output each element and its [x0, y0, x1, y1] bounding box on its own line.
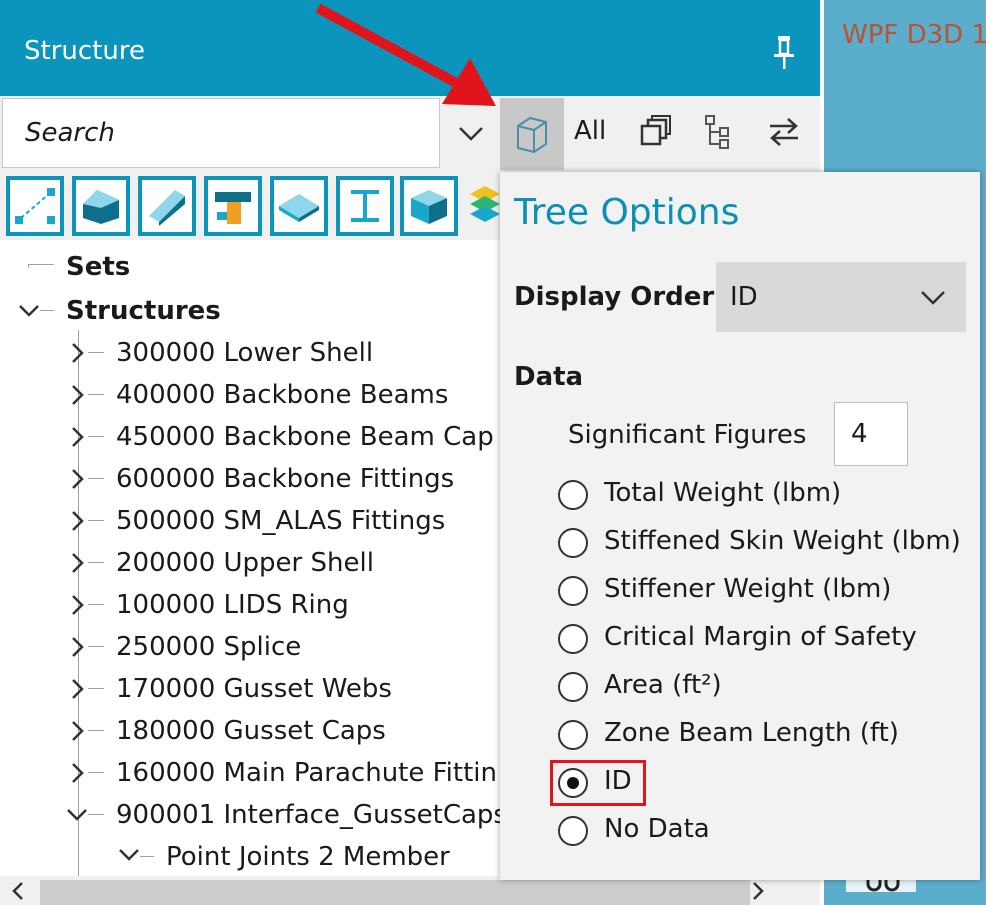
panel-title: Structure: [24, 36, 145, 66]
sig-figs-input[interactable]: [835, 403, 907, 465]
chevron-down-icon[interactable]: [18, 300, 40, 322]
chevron-down-icon: [921, 291, 945, 305]
annotation-highlight-box: [550, 760, 646, 806]
chevron-down-icon[interactable]: [118, 844, 140, 866]
viewport-title: WPF D3D 1: [842, 20, 986, 50]
radio-label: Stiffener Weight (lbm): [604, 574, 892, 604]
structure-tree: Sets Structures 300000 Lower Shell 400000…: [0, 240, 500, 876]
radio-button[interactable]: [558, 720, 588, 750]
tree-node-item[interactable]: 400000 Backbone Beams: [0, 374, 500, 416]
swap-icon[interactable]: [764, 112, 804, 152]
data-option-radio[interactable]: Critical Margin of Safety: [556, 618, 976, 662]
hierarchy-icon[interactable]: [700, 112, 740, 152]
radio-button[interactable]: [558, 624, 588, 654]
tree-node-item[interactable]: 900001 Interface_GussetCaps: [0, 794, 500, 836]
radio-button[interactable]: [558, 480, 588, 510]
radio-button[interactable]: [558, 528, 588, 558]
data-option-radio[interactable]: Zone Beam Length (ft): [556, 714, 976, 758]
data-option-radio[interactable]: Total Weight (lbm): [556, 474, 976, 518]
radio-button[interactable]: [558, 672, 588, 702]
filter-solid-button[interactable]: [400, 176, 458, 236]
chevron-right-icon[interactable]: [66, 678, 88, 700]
radio-label: Total Weight (lbm): [604, 478, 842, 508]
data-section-label: Data: [514, 362, 584, 392]
tree-node-item[interactable]: 250000 Splice: [0, 626, 500, 668]
all-button[interactable]: All: [574, 116, 606, 146]
tree-node-item[interactable]: 500000 SM_ALAS Fittings: [0, 500, 500, 542]
horizontal-scrollbar[interactable]: [0, 876, 820, 905]
filter-fitting-button[interactable]: [204, 176, 262, 236]
fitting-icon: [215, 192, 251, 224]
copy-icon[interactable]: [636, 112, 676, 152]
skin-icon: [83, 190, 119, 224]
radio-label: Zone Beam Length (ft): [604, 718, 899, 748]
layers-icon[interactable]: [468, 184, 502, 228]
filter-plate-button[interactable]: [270, 176, 328, 236]
scrollbar-thumb[interactable]: [40, 880, 750, 905]
display-order-select[interactable]: ID: [716, 262, 966, 332]
tree-node-item[interactable]: 170000 Gusset Webs: [0, 668, 500, 710]
nodes-icon: [15, 188, 55, 224]
scroll-right-icon[interactable]: [748, 880, 768, 902]
chevron-down-icon: [459, 127, 483, 141]
annotation-arrow-icon: [315, 3, 496, 106]
chevron-right-icon[interactable]: [66, 594, 88, 616]
radio-label: No Data: [604, 814, 710, 844]
filter-stiffener-button[interactable]: [138, 176, 196, 236]
tree-node-item[interactable]: 200000 Upper Shell: [0, 542, 500, 584]
chevron-right-icon[interactable]: [66, 636, 88, 658]
solid-icon: [411, 190, 447, 224]
filter-nodes-button[interactable]: [6, 176, 64, 236]
stiffener-icon: [149, 190, 185, 226]
tree-node-item[interactable]: 180000 Gusset Caps: [0, 710, 500, 752]
tree-node-child[interactable]: Point Joints 2 Member: [0, 836, 500, 876]
sig-figs-box[interactable]: [834, 402, 908, 466]
radio-label: Stiffened Skin Weight (lbm): [604, 526, 961, 556]
tree-node-item[interactable]: 100000 LIDS Ring: [0, 584, 500, 626]
tree-node-item[interactable]: 160000 Main Parachute Fittin: [0, 752, 500, 794]
chevron-right-icon[interactable]: [66, 426, 88, 448]
sig-figs-label: Significant Figures: [568, 420, 807, 450]
radio-label: Area (ft²): [604, 670, 722, 700]
beam-icon: [351, 190, 379, 222]
tree-node-sets[interactable]: Sets: [0, 246, 500, 288]
tree-node-structures[interactable]: Structures: [0, 290, 500, 332]
display-order-value: ID: [730, 282, 758, 312]
pin-icon[interactable]: [770, 34, 798, 70]
radio-button[interactable]: [558, 576, 588, 606]
plate-icon: [279, 194, 319, 222]
popup-title: Tree Options: [514, 192, 740, 233]
chevron-right-icon[interactable]: [66, 384, 88, 406]
chevron-down-icon[interactable]: [66, 804, 88, 826]
tree-node-item[interactable]: 450000 Backbone Beam Cap: [0, 416, 500, 458]
chevron-right-icon[interactable]: [66, 342, 88, 364]
chevron-right-icon[interactable]: [66, 552, 88, 574]
chevron-right-icon[interactable]: [66, 468, 88, 490]
data-option-radio[interactable]: Stiffener Weight (lbm): [556, 570, 976, 614]
data-option-radio[interactable]: Stiffened Skin Weight (lbm): [556, 522, 976, 566]
filter-skin-button[interactable]: [72, 176, 130, 236]
tree-node-item[interactable]: 300000 Lower Shell: [0, 332, 500, 374]
chevron-right-icon[interactable]: [66, 762, 88, 784]
scroll-left-icon[interactable]: [8, 880, 28, 902]
tree-options-popup: Tree Options Display Order: ID Data Sign…: [500, 172, 980, 880]
display-order-label: Display Order:: [514, 282, 725, 312]
data-option-radio[interactable]: Area (ft²): [556, 666, 976, 710]
tree-node-item[interactable]: 600000 Backbone Fittings: [0, 458, 500, 500]
chevron-right-icon[interactable]: [66, 720, 88, 742]
radio-label: Critical Margin of Safety: [604, 622, 917, 652]
data-option-radio[interactable]: No Data: [556, 810, 976, 854]
filter-beam-button[interactable]: [336, 176, 394, 236]
radio-button[interactable]: [558, 816, 588, 846]
chevron-right-icon[interactable]: [66, 510, 88, 532]
